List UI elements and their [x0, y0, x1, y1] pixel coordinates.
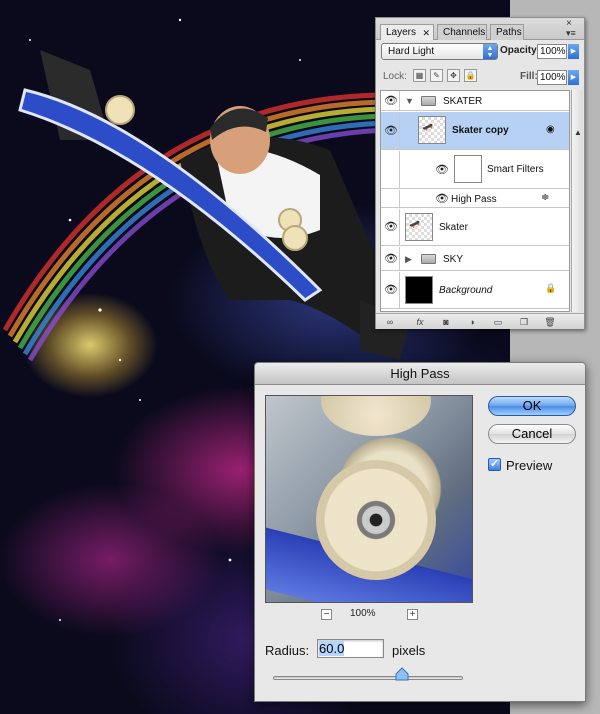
ok-button[interactable]: OK	[488, 396, 576, 416]
eye-icon[interactable]: 👁	[384, 124, 398, 137]
radius-value: 60.0	[319, 641, 345, 656]
zoom-in-button[interactable]: +	[407, 609, 418, 620]
layer-name: High Pass	[451, 194, 497, 205]
blend-mode-value: Hard Light	[388, 46, 435, 57]
lock-icon: 🔒	[545, 283, 557, 293]
disclosure-collapsed-icon[interactable]: ▶	[405, 254, 412, 265]
lock-position-icon[interactable]: ✥	[447, 69, 460, 82]
preview-wheel	[316, 460, 436, 580]
fill-input[interactable]: 100%	[537, 70, 567, 85]
layer-list-scrollbar[interactable]: ▲	[571, 90, 583, 312]
chevron-updown-icon: ▲ ▼	[483, 44, 497, 59]
filter-mask-thumbnail	[454, 155, 482, 183]
skater-thumbnail-icon: 🛹	[409, 219, 421, 229]
lock-image-icon[interactable]: ✎	[430, 69, 443, 82]
visibility-column: 👁	[381, 112, 400, 149]
high-pass-dialog: High Pass − 100% + OK Cancel ✓ Preview R…	[254, 362, 586, 702]
visibility-column	[381, 151, 400, 188]
eye-icon[interactable]: 👁	[384, 94, 398, 107]
link-layers-icon[interactable]: ∞	[382, 316, 398, 328]
skater-thumbnail-icon: 🛹	[422, 122, 434, 132]
lock-all-icon[interactable]: 🔒	[464, 69, 477, 82]
opacity-slider-toggle[interactable]: ▶	[568, 44, 579, 59]
close-icon[interactable]: ✕	[422, 26, 430, 41]
opacity-input[interactable]: 100%	[537, 44, 567, 59]
tab-channels[interactable]: Channels	[437, 24, 487, 40]
radius-slider-thumb[interactable]	[395, 667, 409, 681]
eye-icon[interactable]: 👁	[435, 163, 449, 176]
layer-name: SKATER	[443, 96, 483, 107]
new-group-icon[interactable]: ▭	[490, 316, 506, 328]
visibility-column: 👁	[381, 91, 400, 110]
tab-layers[interactable]: Layers ✕	[380, 24, 434, 40]
layer-list: 👁 ▼ SKATER 👁 🛹 Skater copy ◉ 👁 Smart Fil…	[380, 90, 570, 312]
layer-row-skater[interactable]: 👁 🛹 Skater	[381, 209, 569, 246]
folder-icon	[421, 254, 436, 264]
layer-row-skater-group[interactable]: 👁 ▼ SKATER	[381, 91, 569, 111]
blending-options-icon[interactable]: ≑	[541, 192, 549, 203]
lock-label: Lock:	[383, 71, 407, 82]
radius-input[interactable]: 60.0	[317, 639, 384, 658]
layer-row-smart-filters[interactable]: 👁 Smart Filters	[381, 151, 569, 189]
visibility-column	[381, 190, 400, 207]
new-layer-icon[interactable]: ❐	[516, 316, 532, 328]
visibility-column: 👁	[381, 247, 400, 270]
eye-icon[interactable]: 👁	[384, 220, 398, 233]
adjustment-layer-icon[interactable]: ◑	[464, 316, 480, 328]
tab-label: Paths	[496, 27, 522, 38]
layer-name: SKY	[443, 254, 464, 265]
layers-panel[interactable]: Layers ✕ Channels Paths × ▾≡ Hard Light …	[375, 17, 585, 329]
layer-row-background[interactable]: 👁 Background 🔒	[381, 272, 569, 309]
smart-filter-badge-icon: ◉	[546, 124, 555, 135]
visibility-column: 👁	[381, 209, 400, 245]
filter-preview[interactable]	[265, 395, 473, 603]
fill-label: Fill:	[520, 71, 538, 82]
lock-transparency-icon[interactable]: ▦	[413, 69, 426, 82]
opacity-label: Opacity:	[500, 45, 541, 56]
panel-button-bar: ∞ fx ◙ ◑ ▭ ❐ 🗑	[376, 313, 584, 329]
visibility-column: 👁	[381, 272, 400, 308]
radius-unit-label: pixels	[392, 643, 426, 658]
trash-icon[interactable]: 🗑	[542, 316, 558, 328]
layer-style-icon[interactable]: fx	[412, 316, 428, 328]
zoom-out-button[interactable]: −	[321, 609, 332, 620]
layer-name: Skater	[439, 222, 468, 233]
fill-slider-toggle[interactable]: ▶	[568, 70, 579, 85]
panel-menu-icon[interactable]: ▾≡	[566, 28, 576, 39]
layer-row-high-pass[interactable]: 👁 High Pass ≑	[381, 190, 569, 208]
radius-slider-track[interactable]	[273, 676, 463, 680]
preview-wheel-top	[321, 396, 431, 436]
blend-mode-select[interactable]: Hard Light ▲ ▼	[381, 43, 498, 60]
eye-icon[interactable]: 👁	[435, 192, 449, 205]
tab-label: Layers	[386, 27, 417, 38]
radius-label: Radius:	[265, 643, 310, 658]
layer-row-skater-copy[interactable]: 👁 🛹 Skater copy ◉	[381, 112, 569, 150]
tab-paths[interactable]: Paths	[490, 24, 524, 40]
layer-row-sky-group[interactable]: 👁 ▶ SKY	[381, 247, 569, 271]
layer-name: Background	[439, 285, 493, 296]
dialog-title: High Pass	[255, 363, 585, 385]
layer-thumbnail	[405, 276, 433, 304]
preview-label: Preview	[506, 458, 553, 473]
preview-checkbox[interactable]: ✓	[488, 458, 501, 471]
tab-label: Channels	[443, 27, 486, 38]
cancel-button[interactable]: Cancel	[488, 424, 576, 444]
add-mask-icon[interactable]: ◙	[438, 316, 454, 328]
layer-name: Smart Filters	[487, 164, 544, 175]
folder-icon	[421, 96, 436, 106]
layer-thumbnail: 🛹	[405, 213, 433, 241]
eye-icon[interactable]: 👁	[384, 283, 398, 296]
layer-thumbnail: 🛹	[418, 116, 446, 144]
zoom-level: 100%	[350, 608, 376, 619]
panel-tab-bar: Layers ✕ Channels Paths × ▾≡	[376, 18, 584, 40]
eye-icon[interactable]: 👁	[384, 252, 398, 265]
layer-name: Skater copy	[452, 125, 509, 136]
scroll-up-icon[interactable]: ▲	[574, 128, 582, 137]
disclosure-expanded-icon[interactable]: ▼	[405, 96, 414, 106]
